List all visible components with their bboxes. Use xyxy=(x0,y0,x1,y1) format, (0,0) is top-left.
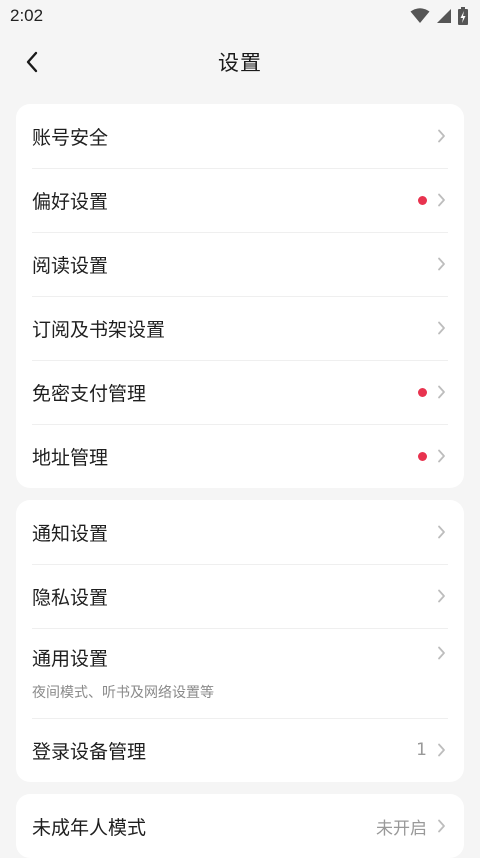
row-sublabel: 夜间模式、听书及网络设置等 xyxy=(32,685,214,701)
wifi-icon xyxy=(410,8,430,23)
minor-mode-status: 未开启 xyxy=(376,818,427,839)
settings-row-address[interactable]: 地址管理 xyxy=(16,424,464,488)
notification-dot xyxy=(418,451,427,461)
settings-row-general[interactable]: 通用设置 夜间模式、听书及网络设置等 xyxy=(16,628,464,718)
settings-row-preferences[interactable]: 偏好设置 xyxy=(16,168,464,232)
row-label: 免密支付管理 xyxy=(32,382,147,405)
chevron-right-icon xyxy=(438,449,445,463)
settings-row-password-free-payment[interactable]: 免密支付管理 xyxy=(16,360,464,424)
signal-icon xyxy=(437,9,451,23)
settings-group-1: 账号安全 偏好设置 阅读设置 订阅及书架设置 免密支付管理 地址管理 xyxy=(16,104,464,488)
settings-group-3: 未成年人模式 未开启 xyxy=(16,794,464,858)
settings-row-account-security[interactable]: 账号安全 xyxy=(16,104,464,168)
chevron-right-icon xyxy=(438,321,445,335)
settings-row-subscription-bookshelf[interactable]: 订阅及书架设置 xyxy=(16,296,464,360)
chevron-right-icon xyxy=(438,525,445,539)
chevron-right-icon xyxy=(438,257,445,271)
row-label: 地址管理 xyxy=(32,446,109,469)
settings-row-privacy[interactable]: 隐私设置 xyxy=(16,564,464,628)
back-button[interactable] xyxy=(14,44,50,80)
chevron-left-icon xyxy=(26,51,38,73)
chevron-right-icon xyxy=(438,646,445,660)
row-label: 隐私设置 xyxy=(32,586,109,609)
settings-row-notifications[interactable]: 通知设置 xyxy=(16,500,464,564)
status-icons xyxy=(410,7,468,25)
header: 设置 xyxy=(0,32,480,92)
row-label: 偏好设置 xyxy=(32,190,109,213)
settings-row-reading[interactable]: 阅读设置 xyxy=(16,232,464,296)
row-label: 登录设备管理 xyxy=(32,740,147,763)
battery-charging-icon xyxy=(458,7,468,25)
status-bar: 2:02 xyxy=(0,0,480,32)
row-label: 阅读设置 xyxy=(32,254,109,277)
row-label: 订阅及书架设置 xyxy=(32,318,166,341)
notification-dot xyxy=(418,195,427,205)
device-count: 1 xyxy=(416,740,427,760)
settings-row-login-devices[interactable]: 登录设备管理 1 xyxy=(16,718,464,782)
row-label: 账号安全 xyxy=(32,126,109,149)
chevron-right-icon xyxy=(438,589,445,603)
notification-dot xyxy=(418,387,427,397)
chevron-right-icon xyxy=(438,743,445,757)
chevron-right-icon xyxy=(438,129,445,143)
settings-group-2: 通知设置 隐私设置 通用设置 夜间模式、听书及网络设置等 登录设备管理 1 xyxy=(16,500,464,782)
chevron-right-icon xyxy=(438,193,445,207)
row-label: 未成年人模式 xyxy=(32,816,147,839)
row-label: 通知设置 xyxy=(32,522,109,545)
page-title: 设置 xyxy=(218,51,262,75)
row-label: 通用设置 xyxy=(32,648,109,670)
status-time: 2:02 xyxy=(10,6,44,25)
chevron-right-icon xyxy=(438,385,445,399)
chevron-right-icon xyxy=(438,819,445,833)
settings-row-minor-mode[interactable]: 未成年人模式 未开启 xyxy=(16,794,464,858)
